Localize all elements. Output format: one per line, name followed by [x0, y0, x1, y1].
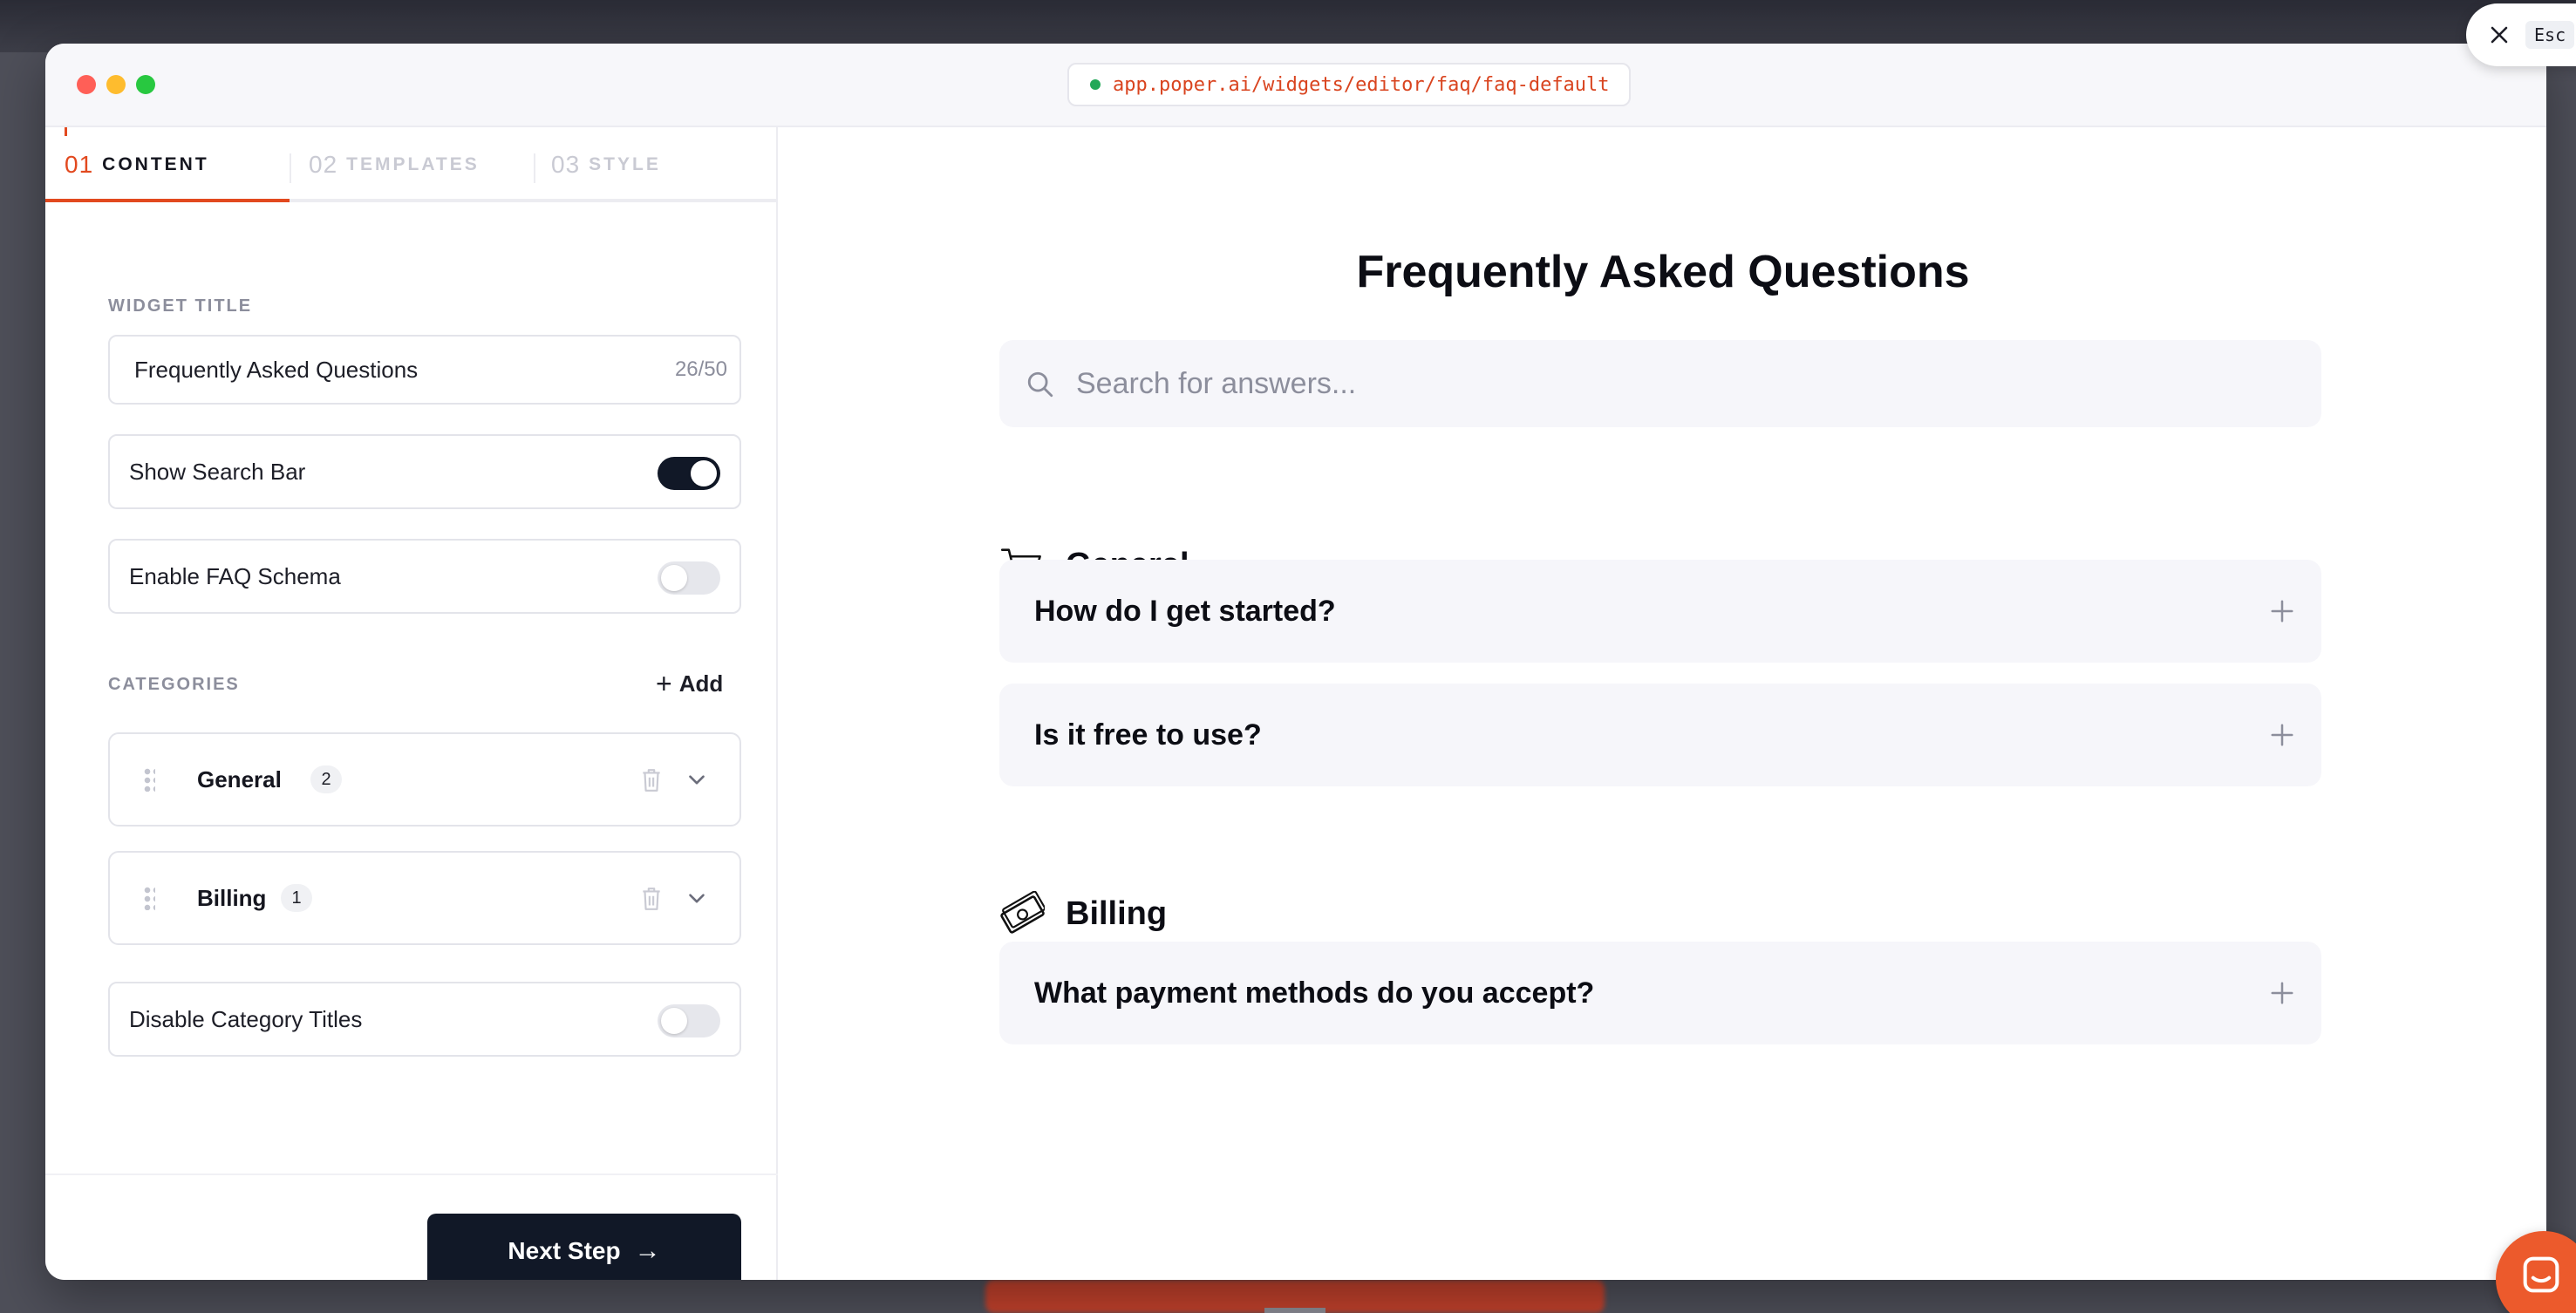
- faq-question-item[interactable]: Is it free to use?: [999, 684, 2321, 786]
- faq-question-item[interactable]: What payment methods do you accept?: [999, 942, 2321, 1044]
- secure-dot-icon: [1090, 79, 1101, 90]
- show-search-bar-toggle[interactable]: [658, 457, 720, 490]
- preview-title: Frequently Asked Questions: [1356, 247, 1970, 297]
- drag-handle-icon[interactable]: [143, 767, 155, 792]
- tab-style[interactable]: 03 STYLE: [551, 127, 760, 202]
- category-name: General: [197, 766, 282, 793]
- add-category-button[interactable]: + Add: [656, 666, 723, 701]
- show-search-bar-row: Show Search Bar: [108, 434, 741, 509]
- editor-window: app.poper.ai/widgets/editor/faq/faq-defa…: [45, 44, 2546, 1280]
- arrow-right-icon: →: [634, 1236, 661, 1265]
- faq-question-text: What payment methods do you accept?: [1034, 976, 1595, 1010]
- tab-label: STYLE: [589, 154, 661, 174]
- search-placeholder: Search for answers...: [1076, 367, 1357, 400]
- category-name: Billing: [197, 885, 267, 911]
- expand-plus-icon[interactable]: [2269, 980, 2295, 1006]
- url-bar[interactable]: app.poper.ai/widgets/editor/faq/faq-defa…: [1067, 63, 1631, 106]
- tab-separator: [534, 153, 535, 183]
- expand-plus-icon[interactable]: [2269, 722, 2295, 748]
- tab-number: 03: [551, 151, 581, 178]
- disable-category-titles-toggle[interactable]: [658, 1004, 720, 1037]
- question-count-badge: 2: [310, 765, 342, 793]
- category-card-general[interactable]: General 2: [108, 732, 741, 827]
- minimize-window-dot[interactable]: [106, 75, 126, 94]
- question-count-badge: 1: [281, 884, 312, 912]
- url-text: app.poper.ai/widgets/editor/faq/faq-defa…: [1113, 73, 1610, 96]
- widget-title-input[interactable]: Frequently Asked Questions 26/50: [108, 335, 741, 405]
- tab-templates[interactable]: 02 TEMPLATES: [309, 127, 535, 202]
- show-search-bar-label: Show Search Bar: [129, 459, 306, 485]
- panel-footer-divider: [45, 1174, 778, 1175]
- trash-icon[interactable]: [640, 886, 663, 912]
- settings-panel: 01 CONTENT 02 TEMPLATES 03 STYLE WIDGET …: [45, 127, 778, 1280]
- close-window-dot[interactable]: [77, 75, 96, 94]
- chevron-down-icon[interactable]: [685, 886, 708, 912]
- money-icon: [1000, 891, 1045, 934]
- faq-question-text: Is it free to use?: [1034, 718, 1262, 752]
- enable-faq-schema-toggle[interactable]: [658, 561, 720, 595]
- tab-content[interactable]: 01 CONTENT: [65, 127, 288, 202]
- backdrop-bottom-line: [1264, 1308, 1325, 1313]
- faq-preview: Frequently Asked Questions Search for an…: [780, 127, 2546, 1280]
- tab-label: CONTENT: [102, 154, 209, 174]
- drag-handle-icon[interactable]: [143, 886, 155, 910]
- categories-label: CATEGORIES: [108, 675, 240, 694]
- search-icon: [1027, 371, 1053, 398]
- disable-category-titles-label: Disable Category Titles: [129, 1006, 363, 1032]
- close-icon: [2491, 26, 2508, 44]
- esc-key-hint: Esc: [2525, 21, 2575, 49]
- add-label: Add: [678, 670, 724, 697]
- disable-category-titles-row: Disable Category Titles: [108, 982, 741, 1057]
- close-modal-button[interactable]: Esc: [2466, 3, 2576, 66]
- trash-icon[interactable]: [640, 767, 663, 793]
- preview-category-billing: Billing: [999, 888, 1167, 940]
- character-counter: 26/50: [674, 357, 727, 381]
- tab-label: TEMPLATES: [346, 154, 480, 174]
- toggle-knob: [691, 460, 717, 486]
- chat-icon: [2523, 1256, 2559, 1293]
- plus-icon: +: [656, 668, 672, 699]
- faq-question-item[interactable]: How do I get started?: [999, 560, 2321, 663]
- preview-category-name: Billing: [1066, 895, 1168, 932]
- window-titlebar: app.poper.ai/widgets/editor/faq/faq-defa…: [45, 44, 2546, 127]
- next-step-label: Next Step: [508, 1237, 621, 1264]
- tab-number: 02: [309, 151, 338, 178]
- maximize-window-dot[interactable]: [136, 75, 155, 94]
- tab-separator: [290, 153, 291, 183]
- preview-search-bar[interactable]: Search for answers...: [999, 340, 2321, 427]
- next-step-button[interactable]: Next Step →: [427, 1214, 741, 1280]
- toggle-knob: [661, 565, 687, 591]
- chevron-down-icon[interactable]: [685, 767, 708, 793]
- widget-title-value: Frequently Asked Questions: [134, 357, 419, 383]
- enable-faq-schema-label: Enable FAQ Schema: [129, 563, 341, 589]
- tab-number: 01: [65, 151, 94, 178]
- toggle-knob: [661, 1008, 687, 1034]
- step-tabs: 01 CONTENT 02 TEMPLATES 03 STYLE: [45, 127, 778, 202]
- category-card-billing[interactable]: Billing 1: [108, 851, 741, 945]
- expand-plus-icon[interactable]: [2269, 598, 2295, 624]
- active-tab-underline: [45, 199, 290, 202]
- faq-question-text: How do I get started?: [1034, 595, 1336, 628]
- enable-faq-schema-row: Enable FAQ Schema: [108, 539, 741, 614]
- widget-title-label: WIDGET TITLE: [108, 296, 253, 316]
